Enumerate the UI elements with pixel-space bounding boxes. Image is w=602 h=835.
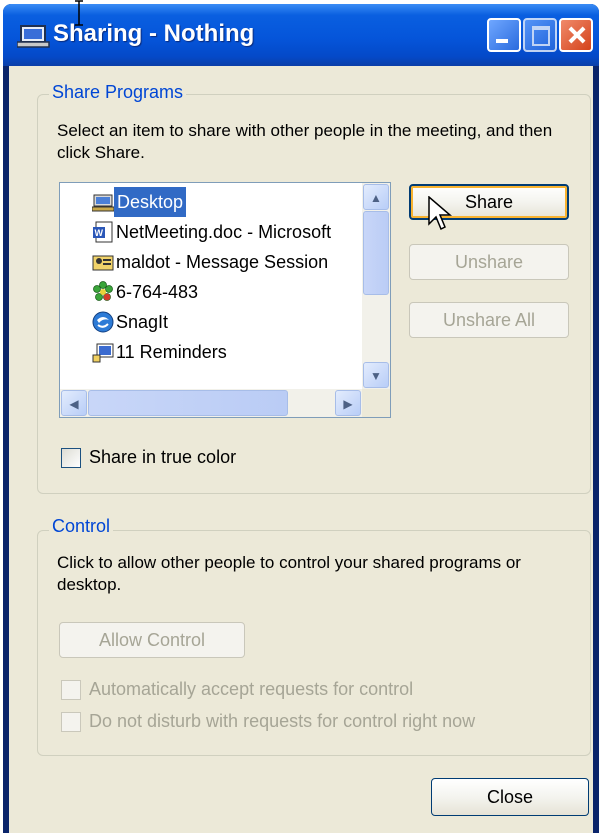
- list-horizontal-scrollbar[interactable]: ◀ ▶: [60, 389, 362, 417]
- list-item-icq-number[interactable]: 6-764-483: [62, 277, 358, 307]
- scroll-down-icon[interactable]: ▼: [363, 362, 389, 388]
- reminders-icon: [92, 343, 114, 363]
- list-item-netmeeting-doc[interactable]: W NetMeeting.doc - Microsoft: [62, 217, 358, 247]
- list-item-reminders[interactable]: 11 Reminders: [62, 337, 358, 367]
- word-document-icon: W: [93, 221, 113, 243]
- message-session-icon: [92, 255, 114, 271]
- auto-accept-label: Automatically accept requests for contro…: [89, 679, 414, 699]
- text-cursor-icon: [75, 0, 83, 26]
- icq-flower-icon: [93, 281, 113, 301]
- dialog-body: Share Programs Select an item to share w…: [9, 66, 593, 833]
- list-item-desktop[interactable]: Desktop: [62, 187, 358, 217]
- scroll-up-icon[interactable]: ▲: [363, 184, 389, 210]
- control-instructions: Click to allow other people to control y…: [57, 553, 521, 594]
- do-not-disturb-label: Do not disturb with requests for control…: [89, 711, 476, 731]
- list-vertical-scrollbar[interactable]: ▲ ▼: [362, 183, 390, 389]
- scroll-thumb-horizontal[interactable]: [88, 390, 288, 416]
- share-programs-label: Share Programs: [49, 82, 187, 103]
- list-item-label: 11 Reminders: [116, 342, 227, 362]
- scrollbar-corner: [362, 389, 390, 417]
- unshare-all-button[interactable]: Unshare All: [409, 302, 569, 338]
- program-list[interactable]: Desktop W NetMeeting.doc - Microsoft mal…: [59, 182, 391, 418]
- scroll-left-icon[interactable]: ◀: [61, 390, 87, 416]
- sharing-window: Sharing - Nothing Share Programs Select …: [3, 4, 599, 833]
- minimize-button[interactable]: [487, 18, 521, 52]
- list-item-label: NetMeeting.doc - Microsoft: [116, 222, 332, 242]
- snagit-icon: [92, 311, 114, 333]
- list-item-message-session[interactable]: maldot - Message Session: [62, 247, 358, 277]
- list-item-label: 6-764-483: [116, 282, 199, 302]
- share-instructions: Select an item to share with other peopl…: [57, 121, 553, 162]
- unshare-button[interactable]: Unshare: [409, 244, 569, 280]
- true-color-label: Share in true color: [89, 447, 237, 467]
- close-window-button[interactable]: [559, 18, 593, 52]
- desktop-icon: [92, 194, 114, 212]
- do-not-disturb-checkbox[interactable]: [61, 712, 81, 732]
- maximize-button[interactable]: [523, 18, 557, 52]
- list-item-label: Desktop: [114, 187, 187, 217]
- true-color-checkbox[interactable]: [61, 448, 81, 468]
- control-label: Control: [49, 516, 114, 537]
- allow-control-button[interactable]: Allow Control: [59, 622, 245, 658]
- scroll-right-icon[interactable]: ▶: [335, 390, 361, 416]
- list-item-snagit[interactable]: SnagIt: [62, 307, 358, 337]
- list-item-label: SnagIt: [116, 312, 169, 332]
- title-bar[interactable]: Sharing - Nothing: [3, 4, 599, 66]
- list-item-label: maldot - Message Session: [116, 252, 329, 272]
- close-button[interactable]: Close: [431, 778, 589, 816]
- scroll-thumb-vertical[interactable]: [363, 211, 389, 295]
- netmeeting-sharing-icon: [17, 25, 50, 48]
- svg-text:W: W: [95, 228, 104, 238]
- mouse-pointer-icon: [428, 196, 452, 231]
- auto-accept-checkbox[interactable]: [61, 680, 81, 700]
